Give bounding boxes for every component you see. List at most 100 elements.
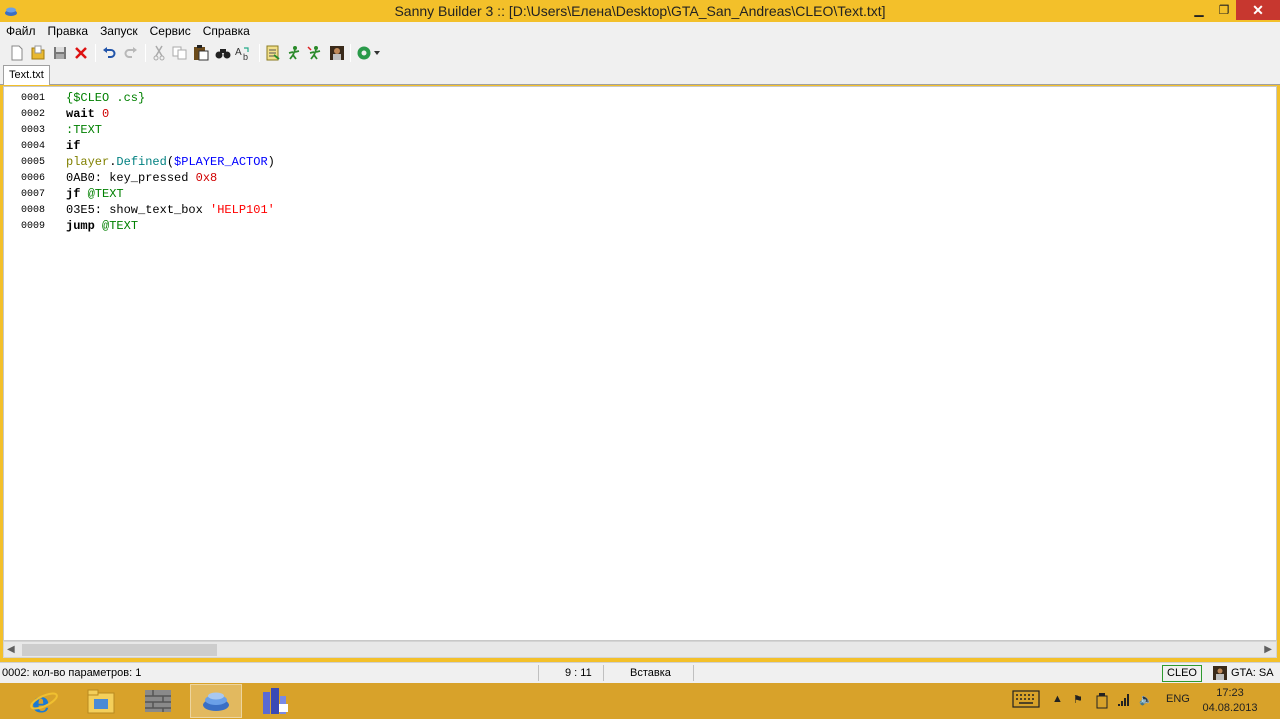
code-text[interactable]: if: [66, 139, 80, 153]
code-token: 03E5: show_text_box: [66, 203, 211, 217]
find-button[interactable]: [214, 44, 232, 62]
tab-text-txt[interactable]: Text.txt: [3, 65, 50, 85]
code-text[interactable]: {$CLEO .cs}: [66, 91, 145, 105]
scroll-right-icon[interactable]: ▶: [1264, 644, 1272, 655]
menu-file[interactable]: Файл: [3, 22, 42, 40]
save-button[interactable]: [51, 44, 69, 62]
taskbar-explorer[interactable]: [75, 684, 127, 718]
cut-button[interactable]: [150, 44, 168, 62]
code-text[interactable]: :TEXT: [66, 123, 102, 137]
file-explorer-icon: [87, 689, 115, 714]
code-text[interactable]: wait 0: [66, 107, 109, 121]
internet-explorer-icon: e: [30, 686, 58, 716]
document-tabs: Text.txt: [0, 65, 1280, 85]
action-center-flag-icon[interactable]: ⚑: [1073, 693, 1083, 706]
menu-edit[interactable]: Правка: [45, 22, 95, 40]
taskbar-city-app[interactable]: [248, 684, 300, 718]
code-token: @TEXT: [102, 219, 139, 233]
code-text[interactable]: jump @TEXT: [66, 219, 138, 233]
code-token: @TEXT: [87, 187, 124, 201]
minimize-button[interactable]: ▁: [1186, 0, 1212, 20]
clock-date: 04.08.2013: [1202, 702, 1258, 714]
close-file-button[interactable]: [72, 44, 90, 62]
scroll-thumb[interactable]: [22, 644, 217, 656]
find-icon: [215, 49, 231, 59]
close-window-button[interactable]: ✕: [1236, 0, 1280, 20]
copy-icon: [172, 46, 187, 60]
code-text[interactable]: 03E5: show_text_box 'HELP101': [66, 203, 275, 217]
code-token: Defined: [116, 155, 167, 169]
power-icon[interactable]: [1095, 693, 1109, 712]
line-number: 0003: [21, 125, 46, 136]
code-text[interactable]: player.Defined($PLAYER_ACTOR): [66, 155, 275, 169]
redo-button[interactable]: [122, 44, 140, 62]
network-icon[interactable]: [1117, 693, 1131, 710]
chevron-down-icon: [374, 51, 380, 55]
options-dropdown-button[interactable]: [372, 44, 382, 62]
new-file-icon: [11, 45, 23, 61]
toolbar: Ab: [0, 40, 1280, 65]
line-number: 0006: [21, 173, 46, 184]
code-token: (: [166, 155, 175, 169]
close-file-icon: [75, 47, 87, 59]
maximize-button[interactable]: ❐: [1212, 0, 1236, 20]
replace-button[interactable]: Ab: [235, 44, 253, 62]
status-bar: 0002: кол-во параметров: 1 9 : 11 Вставк…: [0, 662, 1280, 683]
menu-help[interactable]: Справка: [200, 22, 256, 40]
new-file-button[interactable]: [8, 44, 26, 62]
undo-icon: [103, 47, 116, 58]
wall-app-icon: [145, 690, 171, 712]
taskbar-wall-app[interactable]: [132, 684, 184, 718]
clock[interactable]: 17:23 04.08.2013: [1200, 686, 1260, 716]
language-indicator[interactable]: ENG: [1166, 693, 1190, 705]
menu-run[interactable]: Запуск: [97, 22, 144, 40]
code-token: wait: [66, 107, 95, 121]
line-number: 0004: [21, 141, 46, 152]
taskbar-ie[interactable]: e: [18, 684, 70, 718]
keyboard-icon[interactable]: [1012, 690, 1040, 711]
code-token: jump: [66, 219, 95, 233]
taskbar: e ▲ ⚑ 🔈 ENG 17:23 04.08.2013: [0, 683, 1280, 719]
window-title: Sanny Builder 3 :: [D:\Users\Елена\Deskt…: [394, 3, 886, 19]
sanny-builder-icon: [203, 692, 229, 711]
compile-run-icon: [288, 46, 300, 60]
options-button[interactable]: [355, 44, 373, 62]
game-mode-label[interactable]: GTA: SA: [1231, 667, 1274, 679]
code-text[interactable]: jf @TEXT: [66, 187, 124, 201]
title-bar: Sanny Builder 3 :: [D:\Users\Елена\Deskt…: [0, 0, 1280, 22]
compile-button[interactable]: [264, 44, 282, 62]
undo-button[interactable]: [100, 44, 118, 62]
horizontal-scrollbar[interactable]: ◀ ▶: [3, 641, 1277, 658]
insert-mode: Вставка: [630, 667, 671, 679]
taskbar-sanny-builder[interactable]: [190, 684, 242, 718]
show-hidden-icons-icon[interactable]: ▲: [1052, 693, 1063, 705]
run-button[interactable]: [306, 44, 324, 62]
code-editor[interactable]: 0001 {$CLEO .cs} 0002 wait 0 0003:TEXT 0004 if…: [3, 86, 1277, 641]
code-token: jf: [66, 187, 81, 201]
code-text[interactable]: 0AB0: key_pressed 0x8: [66, 171, 217, 185]
code-token: ): [267, 155, 275, 169]
game-mode-icon[interactable]: [1213, 666, 1227, 683]
cursor-position: 9 : 11: [565, 667, 592, 679]
compile-run-button[interactable]: [285, 44, 303, 62]
copy-button[interactable]: [171, 44, 189, 62]
line-number: 0008: [21, 205, 46, 216]
compile-icon: [266, 45, 280, 61]
code-token: {$CLEO .cs}: [66, 91, 146, 105]
minimize-icon: ▁: [1194, 3, 1204, 17]
city-app-icon: [263, 688, 288, 714]
clock-time: 17:23: [1216, 687, 1244, 699]
game-button[interactable]: [328, 44, 346, 62]
code-token: :TEXT: [66, 123, 103, 137]
edit-mode-badge[interactable]: CLEO: [1162, 665, 1202, 682]
menu-tools[interactable]: Сервис: [147, 22, 197, 40]
line-number: 0001: [21, 93, 46, 104]
code-token: 0x8: [195, 171, 218, 185]
volume-icon[interactable]: 🔈: [1139, 693, 1153, 706]
scroll-left-icon[interactable]: ◀: [7, 644, 15, 655]
paste-button[interactable]: [192, 44, 210, 62]
open-file-button[interactable]: [29, 44, 47, 62]
